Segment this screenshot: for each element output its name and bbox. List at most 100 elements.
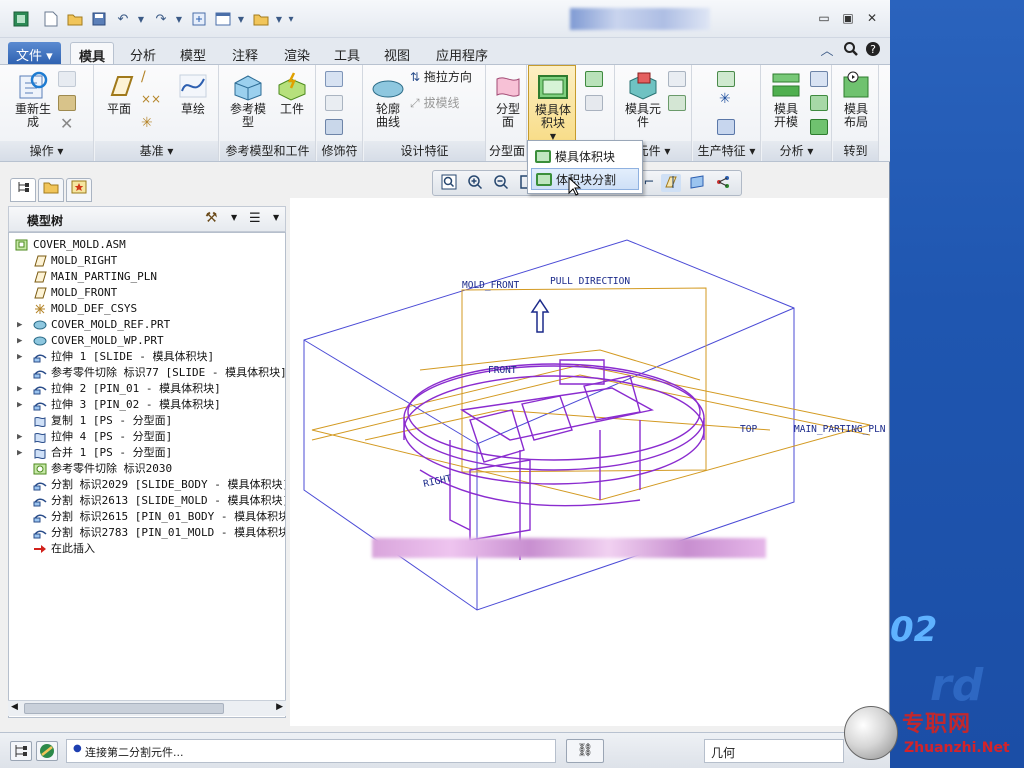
analysis-icon-1[interactable]: [810, 71, 828, 87]
undo-icon[interactable]: ↶: [114, 10, 132, 28]
scrollbar-thumb[interactable]: [24, 703, 224, 714]
ref-model-button[interactable]: 参考模 型: [226, 71, 270, 129]
group-label-design-features: 设计特征: [364, 141, 485, 161]
modifier-icon-1[interactable]: [325, 71, 343, 87]
horizontal-scrollbar[interactable]: ◀ ▶: [8, 700, 286, 716]
scroll-right-icon[interactable]: ▶: [276, 702, 283, 712]
mold-3d-model[interactable]: MOLD_FRONT PULL DIRECTION FRONT TOP MAIN…: [290, 198, 888, 726]
zoom-out-icon[interactable]: [491, 174, 511, 192]
draft-line-button[interactable]: ⤢ 拔模线: [410, 97, 459, 110]
draft-direction-button[interactable]: ⇅ 拖拉方向: [410, 71, 472, 84]
tab-render[interactable]: 渲染: [276, 42, 318, 64]
mold-layout-button[interactable]: 模具 布局: [837, 71, 875, 129]
sketch-button[interactable]: 草绘: [175, 71, 211, 116]
customize-toolbar-icon[interactable]: ▾: [282, 10, 300, 28]
regenerate-button[interactable]: 重新生 成: [12, 71, 54, 129]
datum-display-icon[interactable]: [661, 174, 681, 192]
axis-icon[interactable]: /: [141, 70, 146, 84]
contour-curve-icon: [372, 80, 404, 98]
app-icon[interactable]: [12, 10, 30, 28]
tree-settings-dropdown-icon[interactable]: ▼: [231, 213, 237, 222]
parting-surface-button[interactable]: 分型 面: [491, 71, 525, 129]
expand-icon[interactable]: ▶: [17, 381, 22, 397]
expand-icon[interactable]: ▶: [17, 429, 22, 445]
mold-component-icon: [629, 72, 657, 100]
tab-view[interactable]: 视图: [376, 42, 418, 64]
tab-annotate[interactable]: 注释: [224, 42, 266, 64]
csys-small-icon[interactable]: ✳: [141, 116, 153, 130]
expand-icon[interactable]: ▶: [17, 445, 22, 461]
menu-item-volume-split[interactable]: 体积块分割: [531, 168, 639, 190]
menu-item-mold-volume[interactable]: 模具体积块: [531, 146, 639, 168]
analysis-icon-3[interactable]: [810, 119, 828, 135]
status-browser-icon[interactable]: [36, 741, 58, 761]
plane-button[interactable]: 平面: [101, 71, 137, 116]
undo-dropdown-icon[interactable]: ▼: [132, 10, 150, 28]
delete-icon[interactable]: ✕: [60, 116, 73, 132]
redo-icon[interactable]: ↷: [152, 10, 170, 28]
production-icon-3[interactable]: [717, 119, 735, 135]
find-icon[interactable]: ⛓: [566, 739, 604, 763]
group-label-analysis[interactable]: 分析 ▾: [762, 141, 831, 161]
volume-tool-icon-2[interactable]: [585, 95, 603, 111]
close-icon[interactable]: ✕: [862, 11, 882, 27]
mold-open-button[interactable]: 模具 开模: [766, 71, 806, 129]
tree-show-icon[interactable]: ☰: [249, 211, 261, 226]
modifier-icon-2[interactable]: [325, 95, 343, 111]
tab-file[interactable]: 文件 ▾: [8, 42, 61, 64]
regenerate-small-icon[interactable]: [190, 10, 208, 28]
tree-show-dropdown-icon[interactable]: ▼: [273, 213, 279, 222]
contour-curve-button[interactable]: 轮廓 曲线: [368, 73, 408, 129]
expand-icon[interactable]: ▶: [17, 333, 22, 349]
analysis-icon-2[interactable]: [810, 95, 828, 111]
scroll-left-icon[interactable]: ◀: [11, 702, 18, 712]
status-tree-icon[interactable]: [10, 741, 32, 761]
mold-component-button[interactable]: 模具元 件: [620, 71, 666, 129]
folder-browser-tab-icon[interactable]: [38, 178, 64, 202]
expand-icon[interactable]: ▶: [17, 397, 22, 413]
tab-applications[interactable]: 应用程序: [428, 42, 496, 64]
modifier-icon-3[interactable]: [325, 119, 343, 135]
tree-settings-icon[interactable]: ⚒: [205, 210, 218, 226]
plane-icon: [110, 76, 134, 96]
new-icon[interactable]: [42, 10, 60, 28]
point-icon[interactable]: ××: [141, 93, 161, 106]
component-tool-icon-1[interactable]: [668, 71, 686, 87]
component-tool-icon-2[interactable]: [668, 95, 686, 111]
minimize-icon[interactable]: ▭: [814, 11, 834, 27]
open-icon[interactable]: [66, 10, 84, 28]
tab-tools[interactable]: 工具: [326, 42, 368, 64]
copy-icon[interactable]: [58, 71, 76, 87]
tab-model[interactable]: 模型: [172, 42, 214, 64]
spin-center-icon[interactable]: [713, 174, 733, 192]
window-dropdown-icon[interactable]: ▼: [232, 10, 250, 28]
search-icon[interactable]: [842, 40, 860, 58]
folder-icon[interactable]: [252, 10, 270, 28]
paste-icon[interactable]: [58, 95, 76, 111]
maximize-icon[interactable]: ▣: [838, 11, 858, 27]
expand-icon[interactable]: ▶: [17, 349, 22, 365]
save-icon[interactable]: [90, 10, 108, 28]
production-icon-2[interactable]: ✳: [719, 92, 731, 106]
minimize-ribbon-icon[interactable]: ︿: [818, 40, 836, 59]
volume-tool-icon-1[interactable]: [585, 71, 603, 87]
favorites-tab-icon[interactable]: [66, 178, 92, 202]
help-icon[interactable]: ?: [864, 40, 882, 58]
redo-dropdown-icon[interactable]: ▼: [170, 10, 188, 28]
group-label-production[interactable]: 生产特征 ▾: [693, 141, 760, 161]
graphics-viewport[interactable]: MOLD_FRONT PULL DIRECTION FRONT TOP MAIN…: [290, 198, 888, 726]
tab-analysis[interactable]: 分析: [122, 42, 164, 64]
expand-icon[interactable]: ▶: [17, 317, 22, 333]
group-label-operations[interactable]: 操作 ▾: [0, 141, 93, 161]
selection-filter[interactable]: 几何: [704, 739, 844, 763]
production-icon-1[interactable]: [717, 71, 735, 87]
group-label-datum[interactable]: 基准 ▾: [95, 141, 218, 161]
extrude-icon: [33, 351, 47, 363]
saved-views-icon[interactable]: [687, 174, 707, 192]
refit-icon[interactable]: [439, 174, 459, 192]
workpiece-button[interactable]: 工件: [272, 71, 312, 116]
model-tree-tab-icon[interactable]: [10, 178, 36, 202]
zoom-in-icon[interactable]: [465, 174, 485, 192]
tab-mold[interactable]: 模具: [70, 42, 115, 65]
window-icon[interactable]: [214, 10, 232, 28]
